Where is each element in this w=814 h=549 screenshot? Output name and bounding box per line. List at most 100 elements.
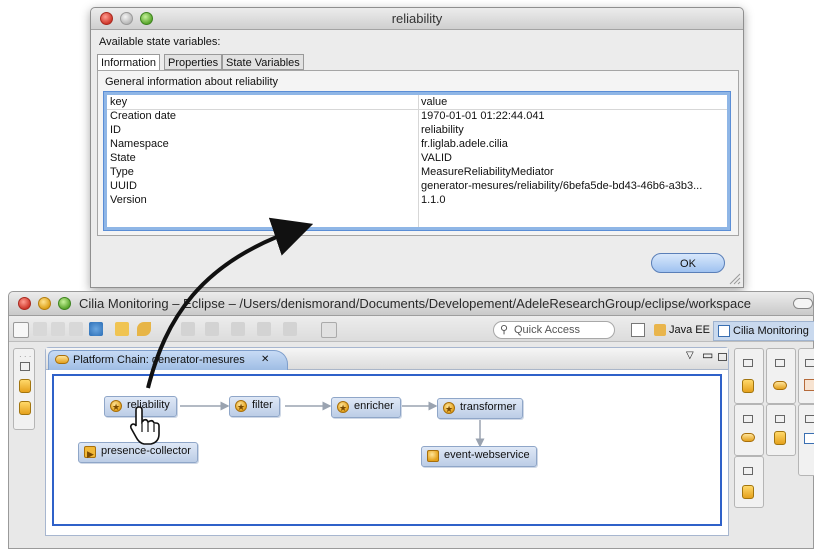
tab-properties[interactable]: Properties xyxy=(164,54,223,70)
left-trim-stack: · · · · xyxy=(13,348,35,430)
row-key: Creation date xyxy=(110,110,177,122)
cilia-monitoring-icon xyxy=(718,325,730,338)
editor-tab-bar: Platform Chain: generator-mesures ✕ ▽ ▭ xyxy=(46,348,728,370)
tab-state-variables[interactable]: State Variables xyxy=(222,54,304,70)
row-value: reliability xyxy=(421,124,464,136)
node-enricher[interactable]: ★ enricher xyxy=(331,397,401,418)
restore-icon[interactable] xyxy=(743,359,753,367)
mediator-icon: ★ xyxy=(110,400,122,412)
eclipse-titlebar: Cilia Monitoring – Eclipse – /Users/deni… xyxy=(9,292,813,316)
cilia-view-icon[interactable] xyxy=(19,379,31,393)
open-perspective-icon[interactable] xyxy=(631,323,645,337)
new-icon[interactable] xyxy=(13,322,29,338)
print-icon[interactable] xyxy=(69,322,83,336)
right-trim-stack xyxy=(798,404,814,476)
editor-tab-label: Platform Chain: generator-mesures xyxy=(73,354,245,366)
restore-icon[interactable] xyxy=(775,359,785,367)
toolbar-toggle-icon[interactable] xyxy=(793,298,813,309)
mediator-icon: ★ xyxy=(235,400,247,412)
node-label: filter xyxy=(252,399,273,411)
minimize-icon[interactable] xyxy=(38,297,51,310)
restore-icon[interactable] xyxy=(775,415,785,423)
dialog-title: reliability xyxy=(391,11,443,26)
nav-icon[interactable] xyxy=(181,322,195,336)
restore-icon[interactable] xyxy=(805,415,814,423)
table-row[interactable]: ID reliability xyxy=(107,123,727,137)
last-edit-icon[interactable] xyxy=(283,322,297,336)
image-view-icon[interactable] xyxy=(804,379,814,391)
state-table[interactable]: key value Creation date 1970-01-01 01:22… xyxy=(104,92,730,230)
row-value: generator-mesures/reliability/6befa5de-b… xyxy=(421,180,703,192)
restore-icon[interactable] xyxy=(805,359,814,367)
chain-icon[interactable] xyxy=(773,381,787,390)
chain-canvas[interactable]: ★ reliability ★ filter ★ enricher ★ transfor… xyxy=(52,374,722,526)
table-row[interactable]: State VALID xyxy=(107,151,727,165)
debug-icon[interactable] xyxy=(89,322,103,336)
row-value: MeasureReliabilityMediator xyxy=(421,166,554,178)
cilia-view-icon[interactable] xyxy=(774,431,786,445)
cilia-view-icon[interactable] xyxy=(19,401,31,415)
perspective-label: Cilia Monitoring xyxy=(733,325,809,337)
row-key: UUID xyxy=(110,180,137,192)
table-row[interactable]: Version 1.1.0 xyxy=(107,193,727,207)
table-view-icon[interactable] xyxy=(804,433,814,444)
window-title: Cilia Monitoring – Eclipse – /Users/deni… xyxy=(79,296,751,311)
resize-grip-icon[interactable] xyxy=(727,271,741,285)
row-key: ID xyxy=(110,124,121,136)
back-icon[interactable] xyxy=(231,322,245,336)
restore-icon[interactable] xyxy=(20,362,30,371)
chain-icon[interactable] xyxy=(741,433,755,442)
perspective-label: Java EE xyxy=(669,324,710,336)
forward-icon[interactable] xyxy=(257,322,271,336)
chain-icon xyxy=(55,355,69,364)
header-key: key xyxy=(110,96,128,108)
right-trim-stack xyxy=(766,348,796,404)
minimize-view-icon[interactable]: ▭ xyxy=(702,348,713,362)
perspective-java-ee[interactable]: Java EE xyxy=(654,321,710,339)
table-row[interactable]: UUID generator-mesures/reliability/6befa… xyxy=(107,179,727,193)
cilia-view-icon[interactable] xyxy=(742,485,754,499)
view-menu-icon[interactable]: ▽ xyxy=(686,350,694,361)
close-icon[interactable] xyxy=(18,297,31,310)
node-label: event-webservice xyxy=(444,449,530,461)
row-value: VALID xyxy=(421,152,452,164)
pin-editor-icon[interactable] xyxy=(321,322,337,338)
table-row[interactable]: Type MeasureReliabilityMediator xyxy=(107,165,727,179)
cilia-view-icon[interactable] xyxy=(742,379,754,393)
node-label: enricher xyxy=(354,400,394,412)
open-folder-icon[interactable] xyxy=(115,322,129,336)
available-state-label: Available state variables: xyxy=(99,36,221,48)
table-row[interactable]: Creation date 1970-01-01 01:22:44.041 xyxy=(107,109,727,123)
search-tool-icon[interactable] xyxy=(137,322,151,336)
close-tab-icon[interactable]: ✕ xyxy=(261,351,269,369)
perspective-cilia-monitoring[interactable]: Cilia Monitoring xyxy=(713,321,814,341)
search-icon: ⚲ xyxy=(500,324,509,336)
node-transformer[interactable]: ★ transformer xyxy=(437,398,524,419)
row-key: Version xyxy=(110,194,147,206)
row-value: 1.1.0 xyxy=(421,194,446,206)
right-trim-stack xyxy=(734,404,764,456)
editor-tab[interactable]: Platform Chain: generator-mesures ✕ xyxy=(48,350,288,370)
quick-access-input[interactable]: ⚲ Quick Access xyxy=(493,321,615,339)
section-label: General information about reliability xyxy=(105,76,279,88)
ok-button[interactable]: OK xyxy=(651,253,725,273)
row-key: Type xyxy=(110,166,134,178)
node-label: presence-collector xyxy=(101,445,191,457)
quick-access-placeholder: Quick Access xyxy=(514,324,581,336)
right-trim-stack xyxy=(766,404,796,456)
zoom-icon[interactable] xyxy=(58,297,71,310)
node-filter[interactable]: ★ filter xyxy=(229,396,280,417)
annotation-icon[interactable] xyxy=(205,322,219,336)
collector-icon: ▶ xyxy=(84,446,96,459)
hand-cursor-icon xyxy=(129,406,160,445)
save-all-icon[interactable] xyxy=(51,322,65,336)
mediator-icon: ★ xyxy=(337,401,349,413)
save-icon[interactable] xyxy=(33,322,47,336)
restore-icon[interactable] xyxy=(743,415,753,423)
row-value: fr.liglab.adele.cilia xyxy=(421,138,508,150)
node-event-webservice[interactable]: event-webservice xyxy=(421,446,537,467)
restore-icon[interactable] xyxy=(743,467,753,475)
table-row[interactable]: Namespace fr.liglab.adele.cilia xyxy=(107,137,727,151)
maximize-view-icon[interactable] xyxy=(718,353,727,361)
tab-information[interactable]: Information xyxy=(97,54,161,71)
